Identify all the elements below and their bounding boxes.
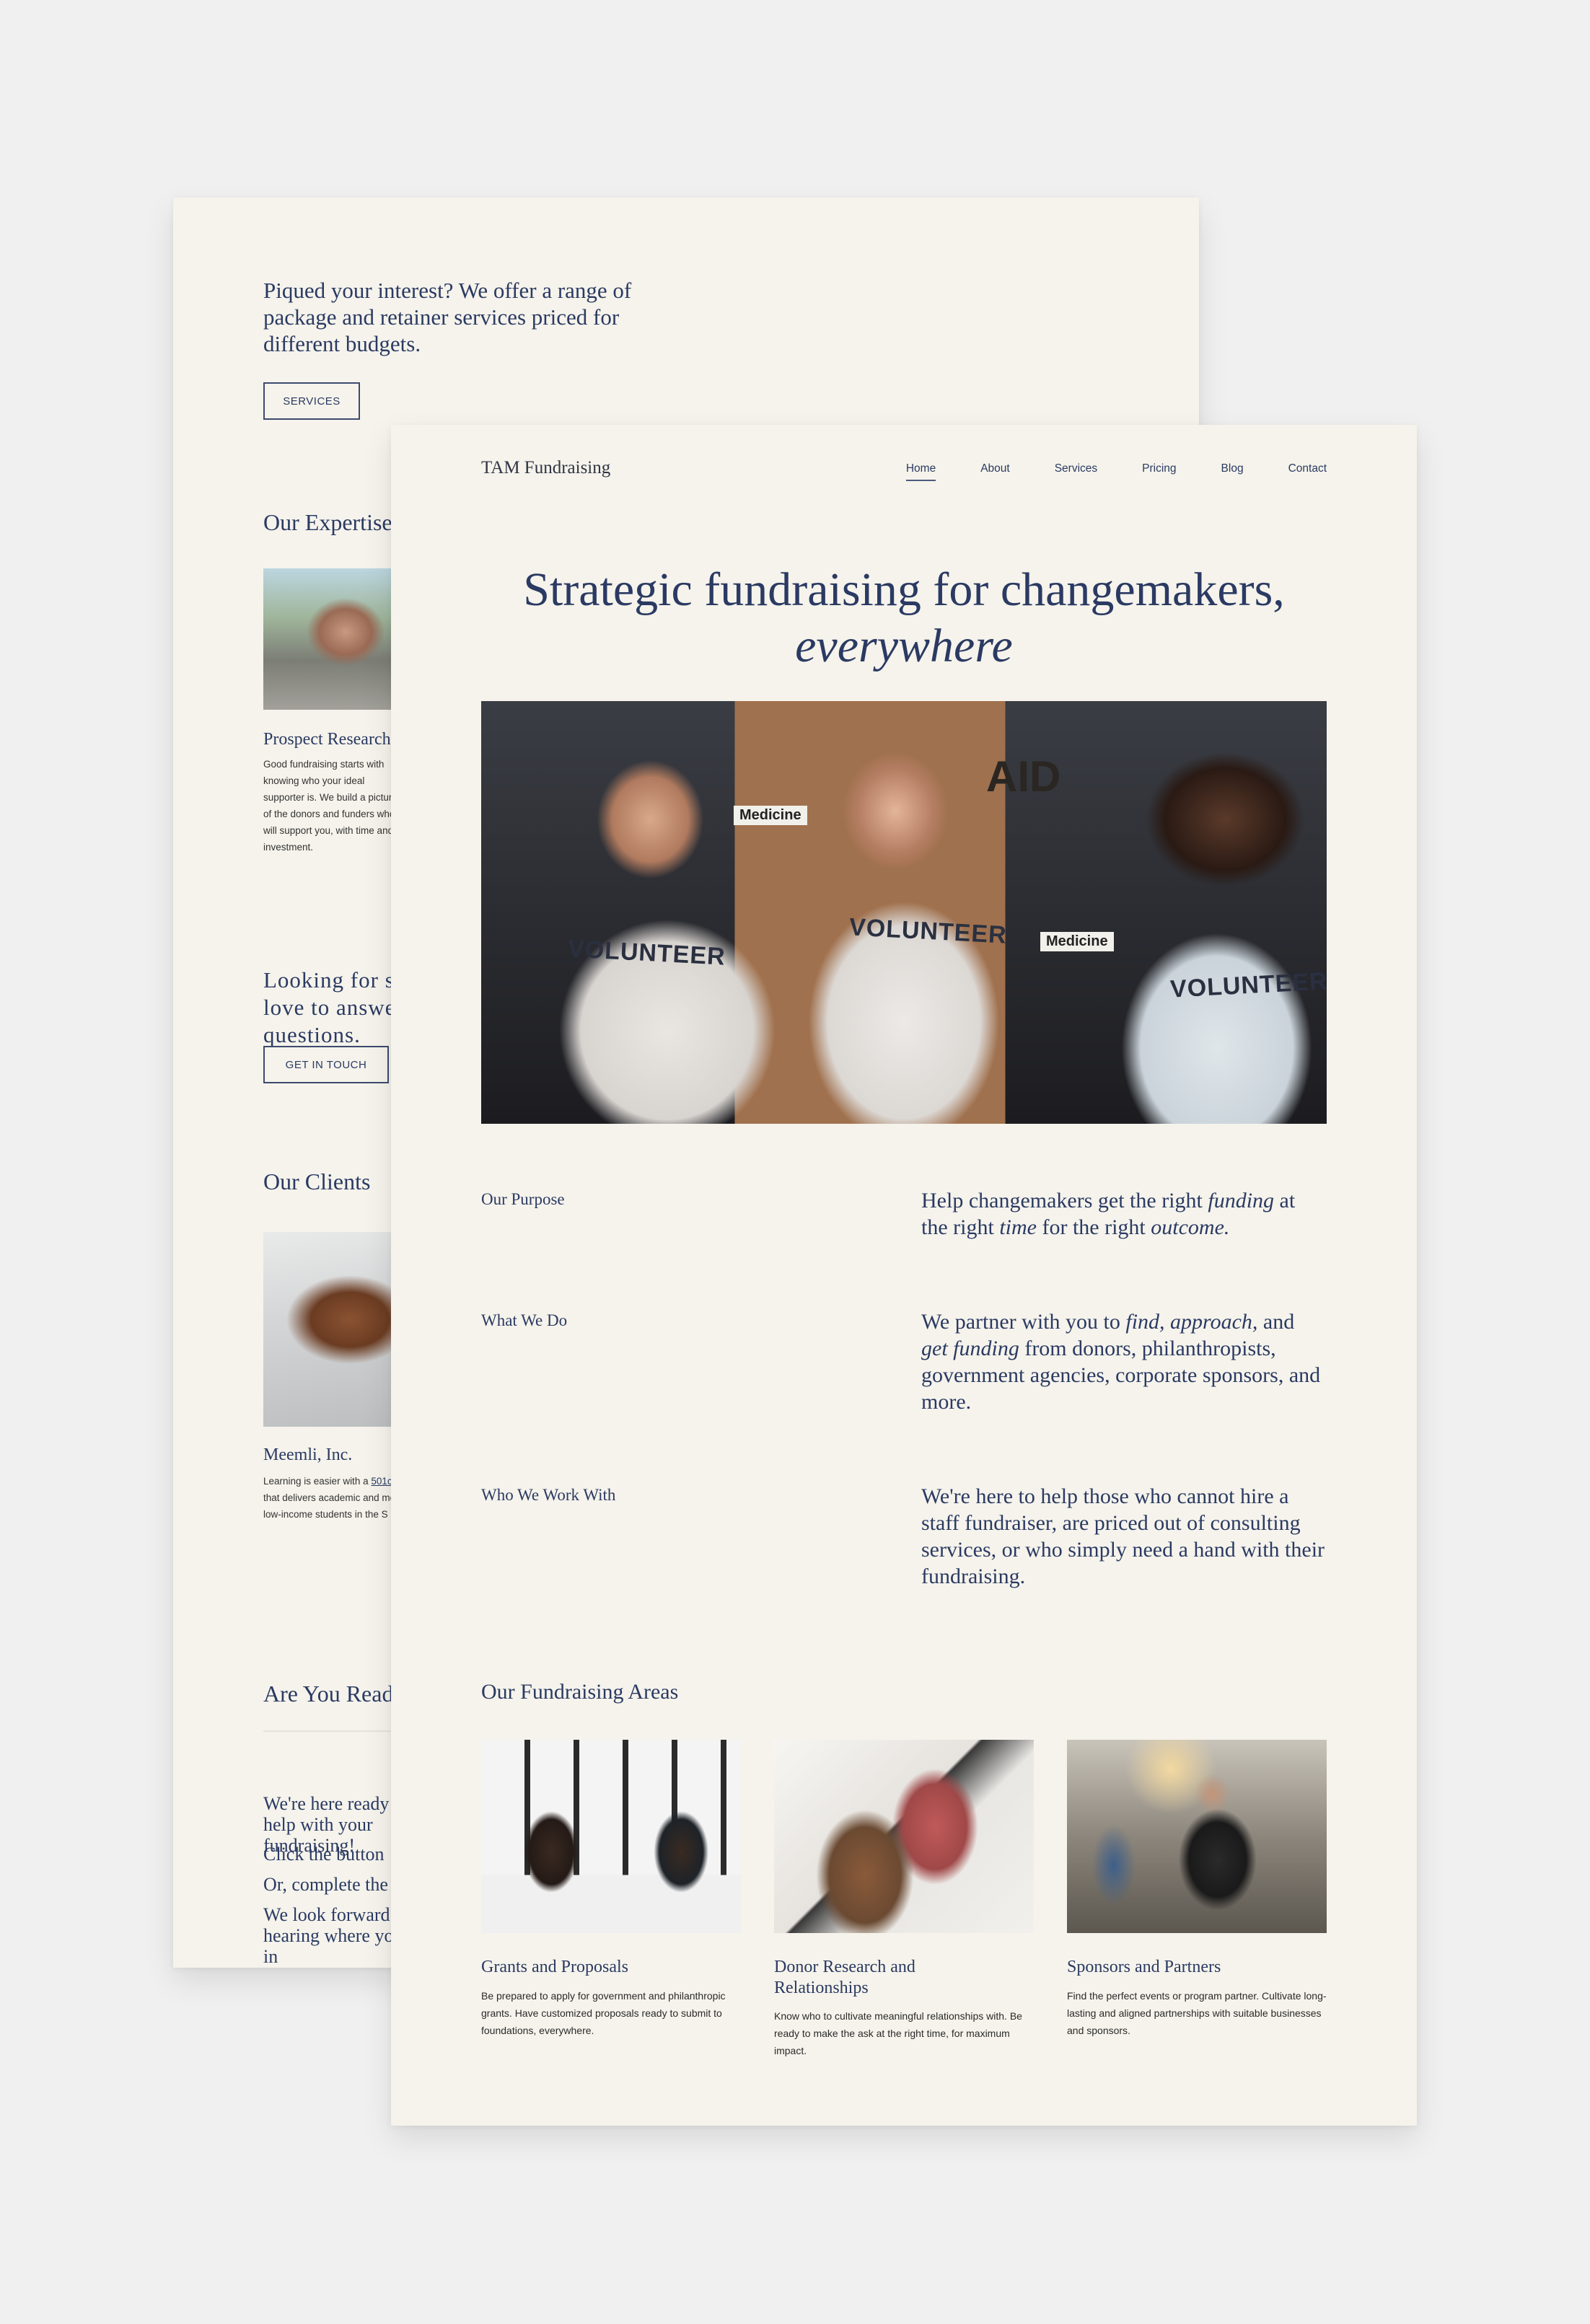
area-desc-donor-research: Know who to cultivate meaningful relatio… <box>774 2010 1022 2056</box>
expertise-item-text: Good fundraising starts with knowing who… <box>263 759 398 853</box>
services-button[interactable]: SERVICES <box>263 382 360 420</box>
text-run: We're here to help those who cannot hire… <box>921 1484 1325 1588</box>
emphasis-text: outcome. <box>1151 1215 1230 1239</box>
purpose-text: Help changemakers get the right funding … <box>921 1187 1325 1241</box>
who-we-work-with-label: Who We Work With <box>481 1486 616 1504</box>
text-run: We partner with you to <box>921 1310 1126 1334</box>
area-image-sponsors <box>1067 1740 1327 1933</box>
site-logo[interactable]: TAM Fundraising <box>481 458 610 478</box>
client-text-prefix: Learning is easier with a <box>263 1476 369 1487</box>
nav-blog[interactable]: Blog <box>1221 462 1244 481</box>
area-title-grants: Grants and Proposals <box>481 1958 628 1976</box>
what-we-do-label: What We Do <box>481 1311 568 1329</box>
nav-contact[interactable]: Contact <box>1288 462 1327 481</box>
hero-image-volunteers: AID Medicine Medicine VOLUNTEER VOLUNTEE… <box>481 701 1327 1124</box>
area-desc-sponsors: Find the perfect events or program partn… <box>1067 1990 1327 2036</box>
hero-title-line1: Strategic fundraising for changemakers, <box>523 563 1285 616</box>
emphasis-text: funding <box>1208 1189 1275 1212</box>
area-title-sponsors: Sponsors and Partners <box>1067 1958 1221 1976</box>
hero-title-italic: everywhere <box>795 620 1013 672</box>
shirt-text-2: VOLUNTEER <box>848 913 1008 949</box>
client-name: Meemli, Inc. <box>263 1445 353 1464</box>
area-desc-grants: Be prepared to apply for government and … <box>481 1990 726 2036</box>
home-page-preview: TAM Fundraising Home About Services Pric… <box>391 425 1417 2126</box>
box-medicine-label: Medicine <box>734 806 807 825</box>
get-in-touch-button[interactable]: GET IN TOUCH <box>263 1046 389 1083</box>
nav-pricing[interactable]: Pricing <box>1142 462 1176 481</box>
nav-home[interactable]: Home <box>905 462 936 481</box>
who-we-work-with-text: We're here to help those who cannot hire… <box>921 1483 1325 1590</box>
area-image-grants <box>481 1740 741 1933</box>
nav-about[interactable]: About <box>980 462 1010 481</box>
shirt-text-3: VOLUNTEER <box>1169 967 1327 1003</box>
emphasis-text: find, approach, <box>1125 1310 1258 1334</box>
emphasis-text: time <box>999 1215 1037 1239</box>
what-we-do-text: We partner with you to find, approach, a… <box>921 1308 1325 1415</box>
box-medicine-label-2: Medicine <box>1040 932 1114 951</box>
fundraising-areas-heading: Our Fundraising Areas <box>481 1680 679 1704</box>
shirt-text-1: VOLUNTEER <box>567 935 726 971</box>
main-nav: Home About Services Pricing Blog Contact <box>861 462 1327 481</box>
expertise-item-title: Prospect Research <box>263 730 391 749</box>
nav-services[interactable]: Services <box>1055 462 1097 481</box>
text-run: Help changemakers get the right <box>921 1189 1208 1212</box>
emphasis-text: get funding <box>921 1337 1019 1360</box>
hero-title: Strategic fundraising for changemakers, … <box>391 562 1417 674</box>
purpose-label: Our Purpose <box>481 1190 565 1208</box>
box-aid-text: AID <box>986 752 1061 801</box>
area-image-donor-research <box>774 1740 1034 1933</box>
clients-heading: Our Clients <box>263 1168 371 1194</box>
text-run: and <box>1257 1310 1295 1334</box>
services-intro-text: Piqued your interest? We offer a range o… <box>263 278 632 356</box>
expertise-heading: Our Expertise <box>263 509 392 535</box>
area-title-donor-research: Donor Research and Relationships <box>774 1958 915 1997</box>
text-run: for the right <box>1036 1215 1151 1239</box>
